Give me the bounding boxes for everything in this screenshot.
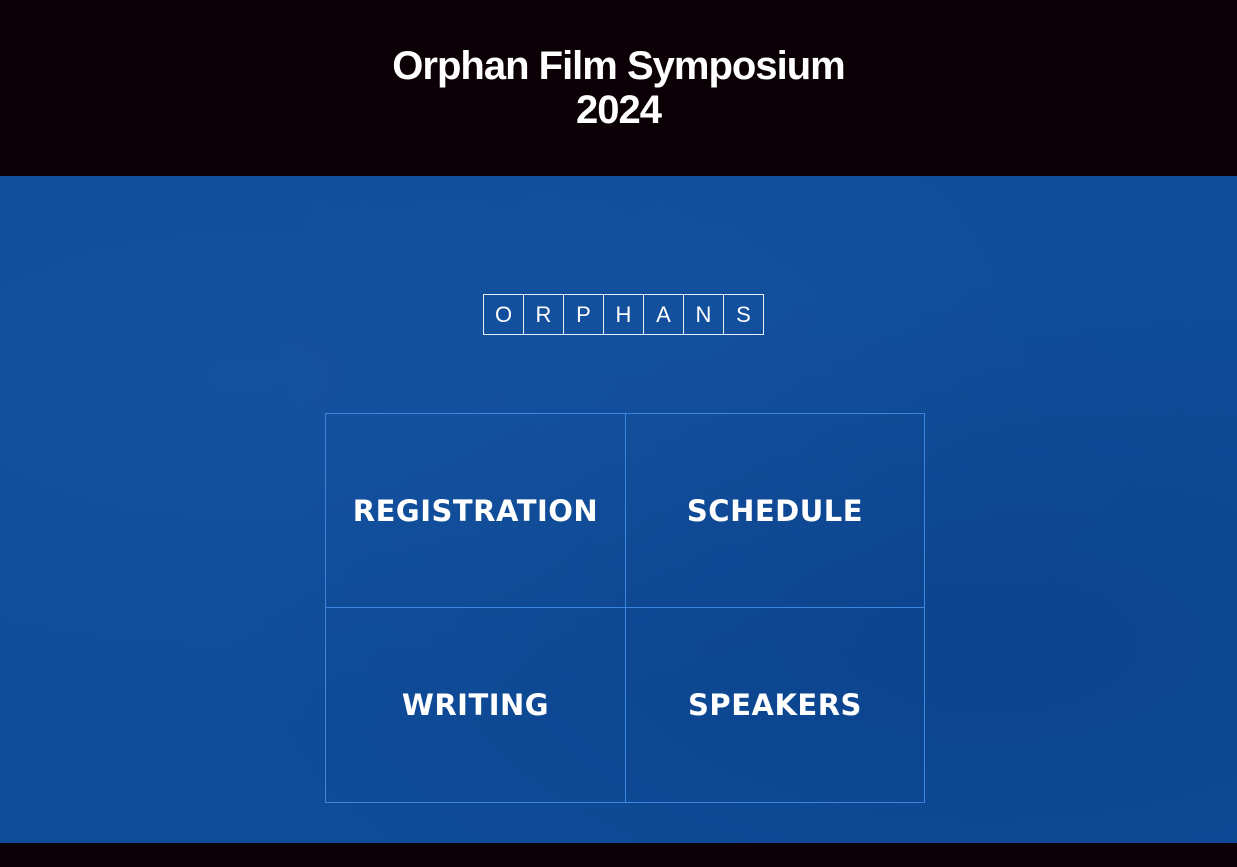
site-header: Orphan Film Symposium 2024 — [0, 0, 1237, 176]
nav-writing-link[interactable]: WRITING — [326, 608, 626, 802]
page-title: Orphan Film Symposium 2024 — [392, 44, 845, 132]
logo-letter: N — [684, 295, 724, 334]
logo-letter: S — [736, 301, 751, 327]
footer-bar — [0, 843, 1237, 867]
page-title-line1: Orphan Film Symposium — [392, 44, 845, 88]
logo-letter: A — [644, 295, 684, 334]
logo-letter: P — [564, 295, 604, 334]
logo-letter: R — [524, 295, 564, 334]
nav-registration-link[interactable]: REGISTRATION — [326, 414, 626, 608]
nav-grid: REGISTRATION SCHEDULE WRITING SPEAKERS — [325, 413, 925, 803]
page-title-line2: 2024 — [576, 88, 662, 132]
nav-schedule-link[interactable]: SCHEDULE — [626, 414, 924, 608]
nav-speakers-link[interactable]: SPEAKERS — [626, 608, 924, 802]
logo-letter: O — [484, 295, 524, 334]
hero-section: O R P H A N S REGISTRATION SCHEDULE WRIT… — [0, 176, 1237, 843]
orphans-logo[interactable]: O R P H A N S — [483, 294, 764, 335]
logo-letter: H — [604, 295, 644, 334]
